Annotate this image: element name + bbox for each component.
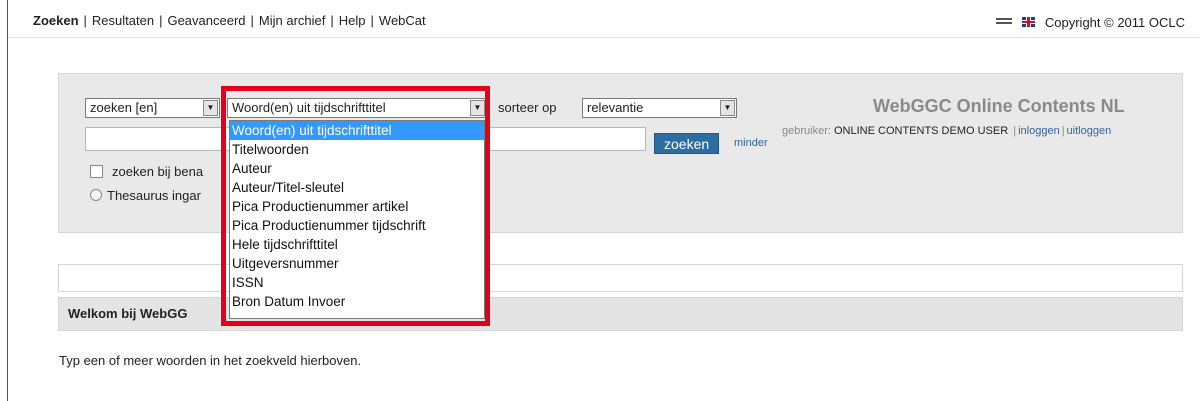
field-option[interactable]: Pica Productienummer tijdschrift — [230, 216, 484, 235]
user-separator: | — [1061, 125, 1065, 137]
field-option[interactable]: Woord(en) uit tijdschrifttitel — [230, 121, 484, 140]
thesaurus-radio[interactable] — [90, 189, 102, 201]
field-option[interactable]: ISSN — [230, 273, 484, 292]
nav-separator: | — [83, 13, 87, 28]
header-divider — [8, 37, 1200, 38]
field-option[interactable]: Uitgeversnummer — [230, 254, 484, 273]
brand-title: WebGGC Online Contents NL — [873, 96, 1125, 116]
user-name: ONLINE CONTENTS DEMO USER — [833, 125, 1009, 137]
top-navigation: Zoeken | Resultaten | Geavanceerd | Mijn archi… — [33, 13, 426, 31]
menu-icon[interactable] — [995, 17, 1012, 27]
uk-flag-icon[interactable] — [1021, 17, 1035, 27]
operator-select[interactable]: zoeken [en] ▼ — [85, 98, 220, 118]
field-option[interactable]: Bron Datum Invoer — [230, 292, 484, 311]
field-option[interactable]: Hele tijdschrifttitel — [230, 235, 484, 254]
dropdown-arrow-icon[interactable]: ▼ — [470, 100, 485, 116]
nav-mijn-archief[interactable]: Mijn archief — [259, 13, 325, 28]
checkbox-label: zoeken bij bena — [112, 164, 204, 179]
nav-separator: | — [250, 13, 254, 28]
sort-select-value: relevantie — [587, 100, 644, 115]
nav-separator: | — [330, 13, 334, 28]
search-option-checkbox[interactable] — [90, 165, 103, 178]
field-option[interactable]: Pica Productienummer artikel — [230, 197, 484, 216]
field-option[interactable]: Auteur/Titel-sleutel — [230, 178, 484, 197]
operator-select-value: zoeken [en] — [90, 100, 158, 115]
welcome-heading: Welkom bij WebGG — [58, 297, 1183, 331]
less-options-link[interactable]: minder — [734, 137, 768, 149]
user-prefix: gebruiker: — [782, 125, 831, 137]
field-dropdown-list: Woord(en) uit tijdschrifttitel Titelwoor… — [229, 120, 485, 319]
nav-separator: | — [370, 13, 374, 28]
dropdown-arrow-icon[interactable]: ▼ — [203, 100, 218, 116]
nav-zoeken[interactable]: Zoeken — [33, 13, 79, 28]
sort-label: sorteer op — [498, 100, 557, 115]
search-button[interactable]: zoeken — [654, 133, 720, 154]
nav-separator: | — [159, 13, 163, 28]
login-link[interactable]: inloggen — [1018, 125, 1060, 137]
logout-link[interactable]: uitloggen — [1067, 125, 1112, 137]
dropdown-arrow-icon[interactable]: ▼ — [720, 100, 735, 116]
nav-resultaten[interactable]: Resultaten — [92, 13, 154, 28]
sort-select[interactable]: relevantie ▼ — [582, 98, 737, 118]
field-option[interactable]: Auteur — [230, 159, 484, 178]
field-select-value: Woord(en) uit tijdschrifttitel — [232, 100, 386, 115]
copyright-text: Copyright © 2011 OCLC — [1044, 14, 1185, 30]
user-line: gebruiker: ONLINE CONTENTS DEMO USER | in… — [782, 125, 1111, 137]
search-hint: Typ een of meer woorden in het zoekveld … — [59, 353, 362, 368]
field-select[interactable]: Woord(en) uit tijdschrifttitel ▼ — [227, 98, 487, 118]
field-option[interactable]: Titelwoorden — [230, 140, 484, 159]
top-right-bar: Copyright © 2011 OCLC — [995, 13, 1185, 31]
results-box — [58, 264, 1183, 292]
nav-webcat[interactable]: WebCat — [379, 13, 426, 28]
nav-geavanceerd[interactable]: Geavanceerd — [167, 13, 245, 28]
nav-help[interactable]: Help — [339, 13, 366, 28]
radio-label: Thesaurus ingar — [107, 188, 201, 203]
